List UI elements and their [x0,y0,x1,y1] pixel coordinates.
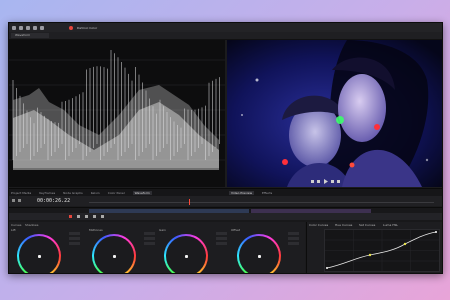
wheel-label-lift: Lift [11,228,16,232]
new-file-icon[interactable] [12,25,16,30]
tab-project-media[interactable]: Project Media [11,191,31,195]
tab-effects[interactable]: Effects [262,191,272,195]
transport-bar: 00:00:26.22 [9,196,442,206]
redo-icon[interactable] [40,25,44,30]
color-tool-icon[interactable] [93,215,96,218]
value-field[interactable] [69,232,80,235]
tab-keyframes[interactable]: Keyframes [39,191,55,195]
tab-color-panel[interactable]: Color Panel [108,191,125,195]
lift-wheel-handle[interactable] [38,255,41,258]
color-wheels-panel: Curves Shadows Lift Midtones Gain Offset [9,222,305,273]
value-field[interactable] [216,237,227,240]
save-icon[interactable] [26,25,30,30]
open-icon[interactable] [19,25,23,30]
offset-wheel[interactable] [237,234,281,273]
value-field[interactable] [288,232,299,235]
secondary-toolbar: Waveform [9,32,442,40]
undo-icon[interactable] [33,25,37,30]
value-field[interactable] [69,242,80,245]
app-logo-icon [69,25,73,30]
midtones-wheel[interactable] [92,234,136,273]
curves-tab-hue[interactable]: Hue Curves [335,223,352,227]
wheel-label-midtones: Midtones [89,228,103,232]
color-tool-icon[interactable] [69,215,72,218]
timecode-display: 00:00:26.22 [37,198,71,204]
title-bar: DaVinci Color [9,23,442,32]
prev-frame-icon[interactable] [12,199,15,202]
color-tool-icon[interactable] [77,215,80,218]
value-field[interactable] [144,237,155,240]
waveform-scope [9,40,225,187]
gain-wheel-handle[interactable] [185,255,188,258]
curves-tab-sat[interactable]: Sat Curves [359,223,375,227]
curves-panel: Color Curves Hue Curves Sat Curves Luma … [306,222,442,273]
gain-wheel[interactable] [164,234,208,273]
color-tool-icon[interactable] [85,215,88,218]
video-viewer[interactable] [227,40,442,187]
playhead[interactable] [189,199,190,205]
tab-kelvin[interactable]: Kelvin [91,191,100,195]
offset-wheel-handle[interactable] [258,255,261,258]
color-tool-icon[interactable] [101,215,104,218]
app-window: DaVinci Color Waveform Project Media Key… [8,22,443,274]
waveform-graph [9,50,225,170]
curves-tab-luma[interactable]: Luma HSL [383,223,398,227]
curves-tab-color[interactable]: Color Curves [309,223,328,227]
scope-preset-dropdown[interactable]: Waveform [11,33,49,38]
wheel-label-offset: Offset [231,228,241,232]
value-field[interactable] [144,232,155,235]
value-field[interactable] [216,232,227,235]
window-title: DaVinci Color [77,25,98,30]
left-tab-bar: Project Media Keyframes Node Graphs Kelv… [9,188,227,196]
tab-video-preview[interactable]: Video Preview [229,190,255,195]
value-field[interactable] [144,242,155,245]
wheels-tab-curves[interactable]: Curves [11,223,21,227]
next-frame-icon[interactable] [18,199,21,202]
value-field[interactable] [69,237,80,240]
preview-frame [227,40,442,187]
wheel-label-gain: Gain [159,228,166,232]
value-field[interactable] [216,242,227,245]
tab-waveform[interactable]: Waveform [132,190,152,195]
color-control-bar [9,213,442,220]
curve-editor[interactable] [324,229,440,272]
timeline-ruler[interactable] [89,202,434,203]
curve-graph [325,230,439,271]
value-field[interactable] [288,242,299,245]
value-field[interactable] [288,237,299,240]
wheels-tab-shadows[interactable]: Shadows [25,223,38,227]
lift-wheel[interactable] [17,234,61,273]
tab-node-graphs[interactable]: Node Graphs [63,191,83,195]
right-tab-bar: Video Preview Effects [227,188,442,196]
midtones-wheel-handle[interactable] [113,255,116,258]
